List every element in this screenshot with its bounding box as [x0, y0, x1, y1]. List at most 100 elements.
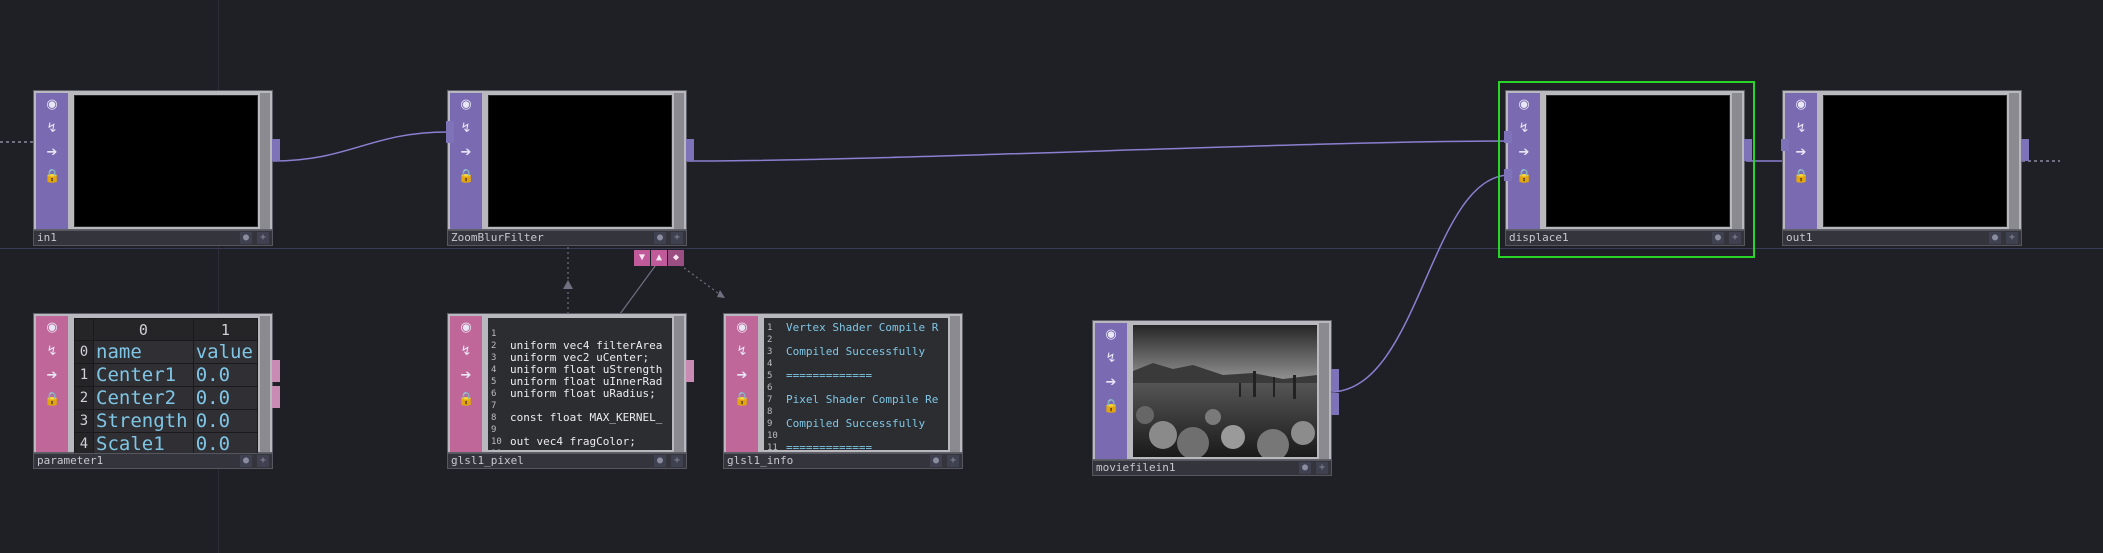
info-text-view[interactable]: 1 Vertex Shader Compile R 2 3 Compiled Suc…	[764, 318, 948, 450]
input-connector[interactable]	[1781, 139, 1789, 151]
viewer-toggle-icon[interactable]: ●	[654, 232, 666, 244]
parameter-table[interactable]: 0 1 0 name value 1 Center1 0.0 2 Center2…	[74, 318, 259, 456]
viewer-toggle-icon[interactable]: ●	[240, 455, 252, 467]
node-name-bar[interactable]: glsl1_pixel ● +	[447, 453, 687, 469]
input-connector[interactable]	[1504, 169, 1512, 181]
line-number: 6	[767, 383, 773, 393]
output-connector[interactable]	[686, 360, 694, 382]
lock-icon[interactable]: 🔒	[734, 392, 750, 408]
node-name-bar[interactable]: glsl1_info ● +	[723, 453, 963, 469]
output-connector[interactable]	[272, 386, 280, 408]
table-cell[interactable]: Center2	[93, 386, 194, 410]
shader-text-view[interactable]: 1 2 uniform vec4 filterArea 3 uniform vec2…	[488, 318, 672, 450]
lightning-icon[interactable]: ↯	[458, 344, 474, 360]
target-icon[interactable]: ◉	[1103, 327, 1119, 343]
lightning-icon[interactable]: ↯	[458, 121, 474, 137]
node-viewer[interactable]	[1546, 95, 1730, 227]
target-icon[interactable]: ◉	[458, 320, 474, 336]
target-icon[interactable]: ◉	[1516, 97, 1532, 113]
node-displace1[interactable]: ◉ ↯ ➔ 🔒 displace1 ● +	[1504, 90, 1752, 246]
node-name-bar[interactable]: ZoomBlurFilter ● +	[447, 230, 687, 246]
arrow-right-icon[interactable]: ➔	[1793, 145, 1809, 161]
table-cell[interactable]: value	[192, 340, 259, 364]
input-connector[interactable]	[1504, 131, 1512, 143]
viewer-toggle-icon[interactable]: ●	[1712, 232, 1724, 244]
dock-pixel-icon[interactable]: ▲	[651, 250, 667, 266]
table-cell[interactable]: 0.0	[192, 386, 259, 410]
node-parameter1[interactable]: ◉ ↯ ➔ 🔒 0 1 0 name value 1 Center1 0.0 2	[33, 313, 280, 469]
output-connector[interactable]	[1744, 139, 1752, 161]
node-in1[interactable]: ◉ ↯ ➔ 🔒 in1 ● +	[33, 90, 280, 246]
lock-icon[interactable]: 🔒	[1793, 169, 1809, 185]
arrow-right-icon[interactable]: ➔	[1516, 145, 1532, 161]
table-cell[interactable]: 0.0	[192, 363, 259, 387]
node-viewer[interactable]	[1823, 95, 2007, 227]
viewer-toggle-icon[interactable]: ●	[1299, 462, 1311, 474]
node-name-bar[interactable]: parameter1 ● +	[33, 453, 273, 469]
output-connector[interactable]	[686, 139, 694, 161]
lightning-icon[interactable]: ↯	[44, 344, 60, 360]
node-zoomblurfilter[interactable]: ◉ ↯ ➔ 🔒 ZoomBlurFilter ● +	[446, 90, 694, 246]
target-icon[interactable]: ◉	[458, 97, 474, 113]
target-icon[interactable]: ◉	[44, 97, 60, 113]
lock-icon[interactable]: 🔒	[458, 392, 474, 408]
node-name-bar[interactable]: out1 ● +	[1782, 230, 2022, 246]
node-viewer[interactable]	[488, 95, 672, 227]
arrow-right-icon[interactable]: ➔	[734, 368, 750, 384]
lightning-icon[interactable]: ↯	[44, 121, 60, 137]
wire-zoom-displace	[686, 140, 1511, 162]
node-moviefilein1[interactable]: ◉ ↯ ➔ 🔒 moviefilein1 ● +	[1092, 320, 1339, 476]
output-connector[interactable]	[272, 360, 280, 382]
plus-icon[interactable]: +	[947, 455, 959, 467]
target-icon[interactable]: ◉	[1793, 97, 1809, 113]
plus-icon[interactable]: +	[671, 455, 683, 467]
plus-icon[interactable]: +	[671, 232, 683, 244]
plus-icon[interactable]: +	[1316, 462, 1328, 474]
arrow-right-icon[interactable]: ➔	[458, 368, 474, 384]
dock-info-icon[interactable]: ◆	[668, 250, 684, 266]
movie-thumbnail[interactable]	[1133, 325, 1317, 457]
lock-icon[interactable]: 🔒	[44, 169, 60, 185]
node-frame: ◉ ↯ ➔ 🔒 1 2 uniform vec4 filterArea 3 unif…	[447, 313, 694, 453]
lock-icon[interactable]: 🔒	[458, 169, 474, 185]
viewer-toggle-icon[interactable]: ●	[240, 232, 252, 244]
table-cell[interactable]: 0.0	[192, 409, 259, 433]
arrow-right-icon[interactable]: ➔	[44, 368, 60, 384]
table-cell[interactable]: Strength	[93, 409, 194, 433]
node-viewer[interactable]	[74, 95, 258, 227]
node-name-bar[interactable]: moviefilein1 ● +	[1092, 460, 1332, 476]
node-glsl1-pixel[interactable]: ◉ ↯ ➔ 🔒 1 2 uniform vec4 filterArea 3 unif…	[447, 313, 694, 469]
viewer-toggle-icon[interactable]: ●	[654, 455, 666, 467]
lightning-icon[interactable]: ↯	[734, 344, 750, 360]
output-connector[interactable]	[2021, 139, 2029, 161]
arrow-right-icon[interactable]: ➔	[44, 145, 60, 161]
lightning-icon[interactable]: ↯	[1103, 351, 1119, 367]
lightning-icon[interactable]: ↯	[1516, 121, 1532, 137]
input-connector[interactable]	[446, 121, 454, 143]
lightning-icon[interactable]: ↯	[1793, 121, 1809, 137]
output-connector[interactable]	[1331, 369, 1339, 391]
plus-icon[interactable]: +	[1729, 232, 1741, 244]
lock-icon[interactable]: 🔒	[1516, 169, 1532, 185]
target-icon[interactable]: ◉	[44, 320, 60, 336]
lock-icon[interactable]: 🔒	[1103, 399, 1119, 415]
node-name-bar[interactable]: displace1 ● +	[1505, 230, 1745, 246]
table-cell[interactable]: Center1	[93, 363, 194, 387]
output-connector[interactable]	[272, 139, 280, 161]
node-glsl1-info[interactable]: ◉ ↯ ➔ 🔒 1 Vertex Shader Compile R 2 3 Comp…	[723, 313, 963, 469]
target-icon[interactable]: ◉	[734, 320, 750, 336]
dock-param-icon[interactable]: ▼	[634, 250, 650, 266]
plus-icon[interactable]: +	[257, 232, 269, 244]
lock-icon[interactable]: 🔒	[44, 392, 60, 408]
node-out1[interactable]: ◉ ↯ ➔ 🔒 out1 ● +	[1781, 90, 2029, 246]
viewer-toggle-icon[interactable]: ●	[1989, 232, 2001, 244]
desert-landscape-image	[1133, 325, 1317, 457]
plus-icon[interactable]: +	[2006, 232, 2018, 244]
plus-icon[interactable]: +	[257, 455, 269, 467]
table-cell[interactable]: name	[93, 340, 194, 364]
viewer-toggle-icon[interactable]: ●	[930, 455, 942, 467]
arrow-right-icon[interactable]: ➔	[1103, 375, 1119, 391]
output-connector[interactable]	[1331, 393, 1339, 415]
arrow-right-icon[interactable]: ➔	[458, 145, 474, 161]
node-name-bar[interactable]: in1 ● +	[33, 230, 273, 246]
